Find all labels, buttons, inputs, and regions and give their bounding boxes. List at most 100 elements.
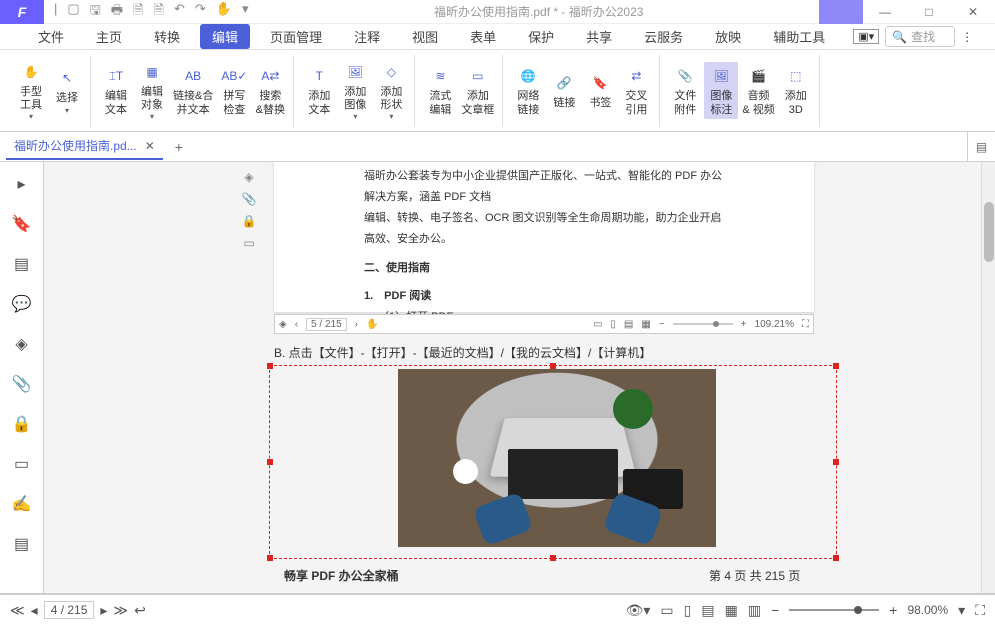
flow-edit[interactable]: ≋流式编辑 (423, 62, 457, 118)
select-tool[interactable]: ↖选择▾ (50, 64, 84, 116)
sign-panel-icon[interactable]: ✍ (12, 494, 32, 514)
qat-more[interactable]: ▾ (242, 1, 249, 23)
mini-view3-icon[interactable]: ▤ (624, 319, 633, 330)
add-image[interactable]: 🖼添加图像▾ (338, 58, 372, 123)
hand-tool[interactable]: ✋手型工具▾ (14, 58, 48, 123)
mini-fullscreen-icon[interactable]: ⛶ (802, 319, 809, 330)
mini-page[interactable]: 5 / 215 (306, 318, 347, 331)
save-icon[interactable]: 🖫 (90, 1, 101, 23)
doc-icon[interactable]: 🗎 (133, 1, 143, 23)
document-canvas[interactable]: ◈ 📎 🔒 ▭ 福昕办公套装专为中小企业提供国产正版化、一站式、智能化的 PDF… (44, 162, 995, 593)
link-merge[interactable]: AB链接&合并文本 (171, 62, 215, 118)
expand-icon[interactable]: ▸ (17, 174, 25, 194)
clip-icon[interactable]: 📎 (242, 192, 257, 206)
scroll-thumb[interactable] (984, 202, 994, 262)
vertical-scrollbar[interactable] (981, 162, 995, 593)
comments-panel-icon[interactable]: 💬 (12, 294, 32, 314)
security-panel-icon[interactable]: 🔒 (12, 414, 32, 434)
web-link[interactable]: 🌐网络链接 (511, 62, 545, 118)
minimize-button[interactable]: — (863, 0, 907, 24)
right-dock-toggle[interactable]: ▤ (967, 132, 995, 162)
add-shape[interactable]: ◇添加形状▾ (374, 58, 408, 123)
menu-comment[interactable]: 注释 (342, 24, 392, 49)
layout5-icon[interactable]: ▥ (748, 602, 761, 619)
doc-icon[interactable]: ▭ (243, 236, 254, 250)
layout1-icon[interactable]: ▭ (660, 602, 673, 619)
mini-minus-icon[interactable]: − (659, 319, 665, 330)
mini-next-icon[interactable]: › (355, 319, 358, 330)
mini-prev-icon[interactable]: ‹ (295, 319, 298, 330)
bookmark-panel-icon[interactable]: 🔖 (12, 214, 32, 234)
link2[interactable]: 🔗链接 (547, 69, 581, 112)
first-page-icon[interactable]: ≪ (10, 602, 25, 619)
last-page-icon[interactable]: ≫ (113, 602, 128, 619)
menu-edit[interactable]: 编辑 (200, 24, 250, 49)
jump-icon[interactable]: ↩ (134, 602, 146, 619)
layers-icon[interactable]: ◈ (244, 170, 253, 184)
app-logo[interactable]: F (0, 0, 44, 24)
audio-video[interactable]: 🎬音频& 视频 (740, 62, 776, 118)
resize-handle-br[interactable] (833, 555, 839, 561)
layout2-icon[interactable]: ▯ (684, 602, 692, 619)
mini-view1-icon[interactable]: ▭ (593, 319, 602, 330)
menu-convert[interactable]: 转换 (142, 24, 192, 49)
mini-zoom-slider[interactable] (673, 323, 733, 325)
mini-plus-icon[interactable]: + (741, 319, 747, 330)
menu-protect[interactable]: 保护 (516, 24, 566, 49)
print-icon[interactable]: 🖶 (111, 1, 123, 23)
menu-share[interactable]: 共享 (574, 24, 624, 49)
doc-tab-1[interactable]: 福昕办公使用指南.pd... ✕ (6, 133, 163, 160)
resize-handle-tr[interactable] (833, 363, 839, 369)
page-input[interactable]: 4 / 215 (44, 601, 95, 619)
bookmark[interactable]: 🔖书签 (583, 69, 617, 112)
mini-view4-icon[interactable]: ▦ (641, 319, 650, 330)
resize-handle-bm[interactable] (550, 555, 556, 561)
tab-add-button[interactable]: + (169, 139, 189, 155)
mini-hand-icon[interactable]: ✋ (366, 319, 378, 330)
close-button[interactable]: ✕ (951, 0, 995, 24)
more-panel-icon[interactable]: ▤ (14, 534, 29, 554)
edit-text[interactable]: ⌶T编辑文本 (99, 62, 133, 118)
mini-view2-icon[interactable]: ▯ (610, 319, 616, 330)
tab-close-icon[interactable]: ✕ (145, 139, 155, 153)
pages-panel-icon[interactable]: ▤ (14, 254, 29, 274)
menu-view[interactable]: 视图 (400, 24, 450, 49)
menu-play[interactable]: 放映 (703, 24, 753, 49)
fullscreen-icon[interactable]: ⛶ (975, 602, 985, 619)
menu-page[interactable]: 页面管理 (258, 24, 334, 49)
find-replace[interactable]: A⇄搜索&替换 (253, 62, 287, 118)
layout4-icon[interactable]: ▦ (725, 602, 738, 619)
zoom-in-icon[interactable]: + (889, 602, 897, 618)
lock-icon[interactable]: 🔒 (242, 214, 257, 228)
resize-handle-bl[interactable] (267, 555, 273, 561)
ribbon-options-icon[interactable]: ▣▾ (853, 29, 879, 44)
menu-form[interactable]: 表单 (458, 24, 508, 49)
zoom-slider[interactable] (789, 609, 879, 611)
open-icon[interactable]: ▢ (67, 1, 79, 23)
layers-panel-icon[interactable]: ◈ (15, 334, 27, 354)
layout3-icon[interactable]: ▤ (701, 602, 714, 619)
spell-check[interactable]: AB✓拼写检查 (217, 62, 251, 118)
maximize-button[interactable]: □ (907, 0, 951, 24)
zoom-drop-icon[interactable]: ▾ (958, 602, 965, 619)
resize-handle-rm[interactable] (833, 459, 839, 465)
attachments-panel-icon[interactable]: 📎 (12, 374, 32, 394)
file-attach[interactable]: 📎文件附件 (668, 62, 702, 118)
menu-cloud[interactable]: 云服务 (632, 24, 695, 49)
undo-icon[interactable]: ↶ (174, 1, 185, 23)
record-button[interactable] (819, 0, 863, 24)
cross-ref[interactable]: ⇄交叉引用 (619, 62, 653, 118)
menu-a11y[interactable]: 辅助工具 (761, 24, 837, 49)
resize-handle-tl[interactable] (267, 363, 273, 369)
add-text[interactable]: T添加文本 (302, 62, 336, 118)
mini-layers-icon[interactable]: ◈ (279, 319, 287, 330)
zoom-out-icon[interactable]: − (771, 602, 779, 618)
add-article[interactable]: ▭添加文章框 (459, 62, 496, 118)
zoom-value[interactable]: 98.00% (907, 603, 948, 617)
menu-file[interactable]: 文件 (26, 24, 76, 49)
search-box[interactable]: 🔍 查找 (885, 26, 955, 47)
fields-panel-icon[interactable]: ▭ (14, 454, 29, 474)
image-annot[interactable]: 🖼图像标注 (704, 62, 738, 118)
next-page-icon[interactable]: ▸ (100, 602, 107, 619)
menu-home[interactable]: 主页 (84, 24, 134, 49)
